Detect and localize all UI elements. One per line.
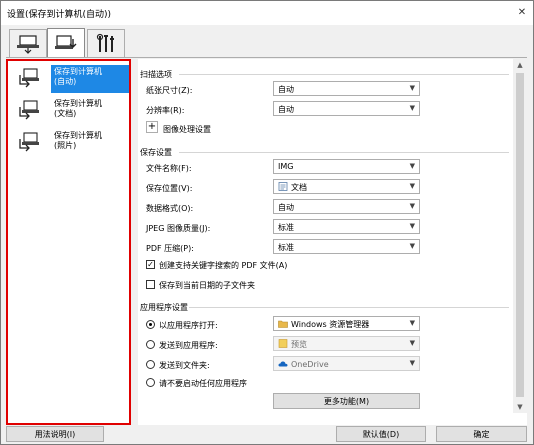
chevron-down-icon: ▼ [409, 359, 415, 367]
save-in-value: 文档 [291, 183, 307, 192]
list-item-save-document[interactable]: 保存到计算机 (文档) [11, 95, 129, 127]
scan-tab[interactable] [9, 29, 47, 57]
send-app-label[interactable]: 发送到应用程序: [159, 340, 218, 351]
cloud-icon [278, 361, 288, 367]
save-to-computer-icon [19, 100, 39, 120]
data-format-label: 数据格式(O): [146, 204, 194, 213]
paper-size-label: 纸张尺寸(Z): [146, 86, 193, 95]
save-in-select[interactable]: 文档 ▼ [273, 179, 420, 194]
window-title: 设置(保存到计算机(自动)) [7, 10, 112, 20]
scan-mode-list: 保存到计算机 (自动) 保存到计算机 (文档) 保存到计算机 (照片) [6, 59, 131, 425]
preview-app-icon [278, 339, 288, 348]
open-app-radio[interactable] [146, 320, 155, 329]
filename-label: 文件名称(F): [146, 164, 192, 173]
jpeg-quality-label: JPEG 图像质量(J): [146, 224, 211, 233]
close-icon[interactable]: ✕ [513, 3, 531, 21]
app-settings-title: 应用程序设置 [140, 303, 188, 312]
chevron-down-icon: ▼ [409, 84, 415, 92]
jpeg-quality-value: 标准 [278, 223, 294, 232]
chevron-down-icon: ▼ [409, 162, 415, 170]
chevron-down-icon: ▼ [409, 319, 415, 327]
help-button[interactable]: 用法说明(I) [6, 426, 104, 442]
resolution-value: 自动 [278, 105, 294, 114]
save-in-label: 保存位置(V): [146, 184, 193, 193]
chevron-down-icon: ▼ [409, 242, 415, 250]
send-app-value: 预览 [291, 340, 307, 349]
folder-icon [278, 320, 288, 328]
list-item-save-photo[interactable]: 保存到计算机 (照片) [11, 127, 129, 159]
scanner-icon [17, 34, 39, 54]
tools-icon [96, 33, 114, 52]
chevron-down-icon: ▼ [409, 182, 415, 190]
chevron-down-icon: ▼ [409, 222, 415, 230]
chevron-down-icon: ▼ [409, 104, 415, 112]
pdf-compression-select[interactable]: 标准 ▼ [273, 239, 420, 254]
divider [179, 74, 509, 75]
send-folder-select: OneDrive ▼ [273, 356, 420, 371]
defaults-button[interactable]: 默认值(D) [336, 426, 426, 442]
send-folder-label[interactable]: 发送到文件夹: [159, 360, 210, 371]
filename-input[interactable]: IMG ▼ [273, 159, 420, 174]
paper-size-select[interactable]: 自动 ▼ [273, 81, 420, 96]
tools-tab[interactable] [87, 29, 125, 57]
jpeg-quality-select[interactable]: 标准 ▼ [273, 219, 420, 234]
chevron-down-icon: ▼ [409, 202, 415, 210]
scrollbar-thumb[interactable] [516, 73, 524, 397]
image-processing-label[interactable]: 图像处理设置 [163, 124, 211, 135]
chevron-down-icon: ▼ [409, 339, 415, 347]
expand-icon[interactable]: + [146, 121, 158, 133]
save-to-computer-icon [55, 34, 77, 49]
data-format-value: 自动 [278, 203, 294, 212]
send-app-radio[interactable] [146, 340, 155, 349]
keyword-pdf-label[interactable]: 创建支持关键字搜索的 PDF 文件(A) [159, 260, 287, 271]
resolution-select[interactable]: 自动 ▼ [273, 101, 420, 116]
list-item-label: 保存到计算机 (照片) [54, 131, 102, 150]
list-item-save-auto[interactable]: 保存到计算机 (自动) [11, 63, 129, 95]
filename-value: IMG [278, 162, 294, 171]
save-to-computer-icon [19, 132, 39, 152]
data-format-select[interactable]: 自动 ▼ [273, 199, 420, 214]
open-app-label[interactable]: 以应用程序打开: [159, 320, 218, 331]
send-folder-value: OneDrive [291, 360, 329, 369]
keyword-pdf-checkbox[interactable]: ✓ [146, 260, 155, 269]
paper-size-value: 自动 [278, 85, 294, 94]
save-tab[interactable] [47, 28, 85, 58]
settings-window: 设置(保存到计算机(自动)) ✕ 保存到计算机 (自动) 保存到计算机 (文档)… [0, 0, 534, 445]
subfolder-label[interactable]: 保存到当前日期的子文件夹 [159, 280, 255, 291]
send-app-select: 预览 ▼ [273, 336, 420, 351]
tab-divider [6, 57, 527, 58]
open-app-value: Windows 资源管理器 [291, 320, 370, 329]
more-functions-button[interactable]: 更多功能(M) [273, 393, 420, 409]
list-item-label: 保存到计算机 (自动) [51, 65, 129, 93]
title-bar: 设置(保存到计算机(自动)) ✕ [1, 1, 533, 25]
save-settings-title: 保存设置 [140, 148, 172, 157]
resolution-label: 分辨率(R): [146, 106, 185, 115]
scroll-up-icon[interactable]: ▲ [513, 59, 527, 71]
pdf-compression-value: 标准 [278, 243, 294, 252]
divider [179, 152, 509, 153]
open-app-select[interactable]: Windows 资源管理器 ▼ [273, 316, 420, 331]
subfolder-checkbox[interactable] [146, 280, 155, 289]
save-to-computer-icon [19, 68, 39, 88]
no-app-label[interactable]: 请不要启动任何应用程序 [159, 378, 247, 389]
scroll-down-icon[interactable]: ▼ [513, 401, 527, 413]
divider [189, 307, 509, 308]
ok-button[interactable]: 确定 [436, 426, 527, 442]
pdf-compression-label: PDF 压缩(P): [146, 244, 194, 253]
document-folder-icon [278, 182, 288, 191]
list-item-label: 保存到计算机 (文档) [54, 99, 102, 118]
send-folder-radio[interactable] [146, 360, 155, 369]
no-app-radio[interactable] [146, 378, 155, 387]
scan-options-title: 扫描选项 [140, 70, 172, 79]
